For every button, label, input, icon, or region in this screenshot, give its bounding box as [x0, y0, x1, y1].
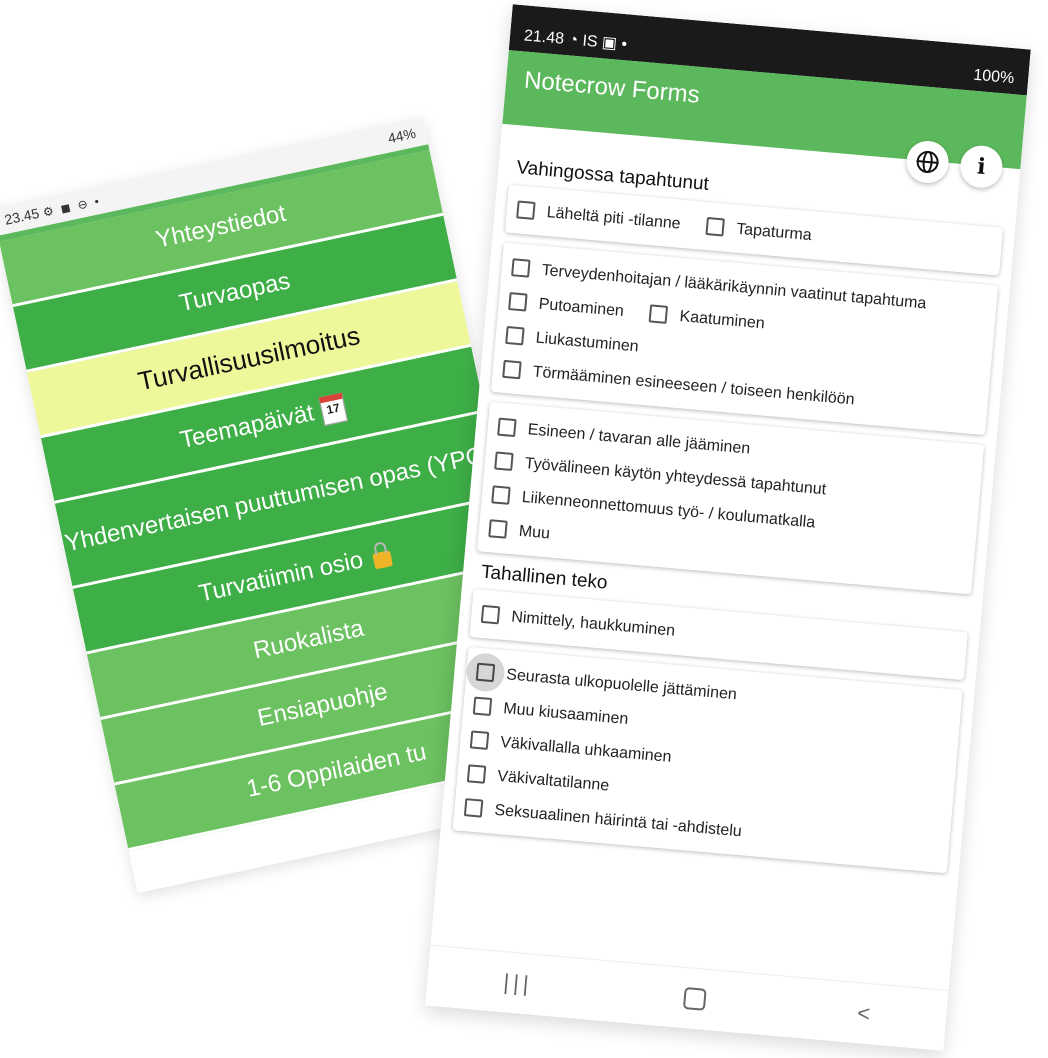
checkbox[interactable]: [511, 258, 531, 278]
left-status-time: 23.45: [3, 204, 41, 228]
checkbox[interactable]: [491, 485, 511, 505]
checkbox[interactable]: [508, 292, 528, 312]
checkbox[interactable]: [494, 451, 514, 471]
left-battery-level: 44%: [386, 124, 418, 147]
options-card: Seurasta ulkopuolelle jättäminen Muu kiu…: [452, 646, 963, 874]
right-battery-level: 100%: [972, 66, 1015, 88]
lock-icon: [371, 550, 393, 570]
app-title: Notecrow Forms: [523, 66, 701, 109]
option-tapaturma[interactable]: Tapaturma: [705, 217, 813, 246]
info-icon: i: [976, 153, 987, 181]
home-button[interactable]: [682, 986, 707, 1011]
checkbox[interactable]: [488, 519, 508, 539]
option-kaatuminen[interactable]: Kaatuminen: [648, 304, 766, 334]
form-content: Vahingossa tapahtunut Läheltä piti -tila…: [441, 124, 1021, 875]
checkbox[interactable]: [502, 359, 522, 380]
checkbox[interactable]: [705, 217, 726, 237]
checkbox[interactable]: [463, 798, 484, 818]
calendar-icon: 17: [318, 392, 348, 426]
back-button[interactable]: <: [856, 1000, 871, 1027]
checkbox[interactable]: [497, 417, 517, 438]
checkbox[interactable]: [466, 764, 487, 784]
right-status-icons: ◔ IS ▣ •: [567, 31, 628, 54]
right-phone-screen: 21.48 ◔ IS ▣ • 100% Notecrow Forms i Vah…: [425, 4, 1031, 1051]
option-putoaminen[interactable]: Putoaminen: [508, 292, 625, 322]
checkbox[interactable]: [505, 325, 525, 346]
checkbox[interactable]: [516, 200, 536, 220]
globe-icon: [915, 150, 940, 174]
right-status-time: 21.48: [523, 27, 565, 48]
option-lahelta-piti[interactable]: Läheltä piti -tilanne: [516, 200, 681, 234]
options-card: Esineen / tavaran alle jääminen Työvälin…: [476, 401, 985, 595]
options-card: Terveydenhoitajan / lääkärikäynnin vaati…: [490, 242, 999, 436]
checkbox[interactable]: [648, 304, 669, 324]
checkbox[interactable]: [480, 604, 501, 625]
checkbox[interactable]: [469, 730, 490, 750]
checkbox[interactable]: [472, 696, 493, 717]
recents-button[interactable]: |||: [502, 969, 533, 997]
checkbox[interactable]: [475, 662, 496, 683]
system-nav-bar: ||| <: [425, 944, 949, 1051]
